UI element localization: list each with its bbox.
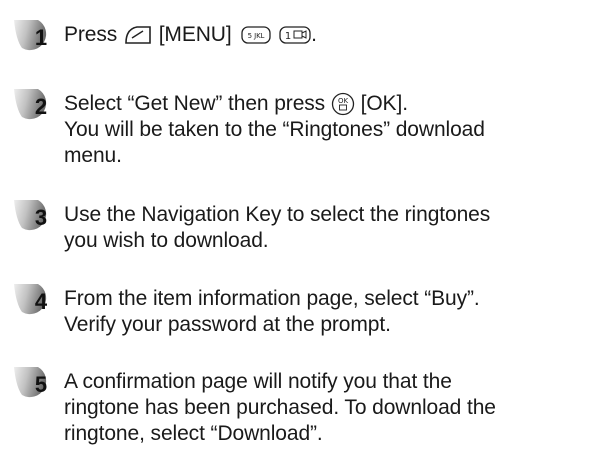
step-badge: 2	[10, 87, 54, 123]
gradient-circle-badge-icon: 3	[14, 200, 47, 231]
step-number: 4	[35, 289, 48, 314]
press-word: Press	[64, 23, 118, 46]
ok-key-icon: OK	[331, 92, 355, 116]
step-2-line-1: Select “Get New” then press	[64, 92, 326, 115]
step-3-line-1: Use the Navigation Key to select the rin…	[64, 203, 491, 226]
left-soft-key-icon	[123, 24, 153, 46]
step-1-text: Press [MENU] 5 JKL 1 .	[64, 22, 317, 48]
step-3-line-2: you wish to download.	[64, 229, 269, 252]
step-badge: 1	[10, 18, 54, 54]
svg-text:1: 1	[285, 31, 291, 42]
step-5-line-2: ringtone has been purchased. To download…	[64, 396, 496, 419]
keypad-5-icon: 5 JKL	[241, 25, 271, 45]
step-2-text: Select “Get New” then press OK [OK]. You…	[64, 91, 485, 169]
ok-label: [OK].	[360, 92, 408, 115]
step-3-text: Use the Navigation Key to select the rin…	[64, 202, 490, 254]
step-2-line-2: You will be taken to the “Ringtones” dow…	[64, 118, 485, 141]
step-4-line-2: Verify your password at the prompt.	[64, 313, 391, 336]
step-number: 1	[35, 25, 47, 50]
menu-label: [MENU]	[158, 23, 232, 46]
step-badge: 5	[10, 365, 54, 401]
step-5-line-1: A confirmation page will notify you that…	[64, 370, 452, 393]
keypad-1-icon: 1	[279, 25, 311, 45]
gradient-circle-badge-icon: 4	[14, 284, 48, 315]
step-4-text: From the item information page, select “…	[64, 286, 480, 338]
step-5-line-3: ringtone, select “Download”.	[64, 422, 323, 445]
gradient-circle-badge-icon: 2	[14, 89, 47, 120]
svg-text:OK: OK	[338, 97, 348, 105]
step-number: 5	[35, 372, 47, 397]
step-4-line-1: From the item information page, select “…	[64, 287, 480, 310]
svg-text:5 JKL: 5 JKL	[248, 32, 265, 40]
step-number: 2	[35, 94, 47, 119]
step-number: 3	[35, 205, 47, 230]
end-punct: .	[311, 23, 317, 46]
gradient-circle-badge-icon: 5	[14, 367, 47, 398]
step-badge: 4	[10, 282, 54, 318]
step-2-line-3: menu.	[64, 144, 122, 167]
step-badge: 3	[10, 198, 54, 234]
step-5-text: A confirmation page will notify you that…	[64, 369, 496, 447]
gradient-circle-badge-icon: 1	[14, 20, 47, 51]
